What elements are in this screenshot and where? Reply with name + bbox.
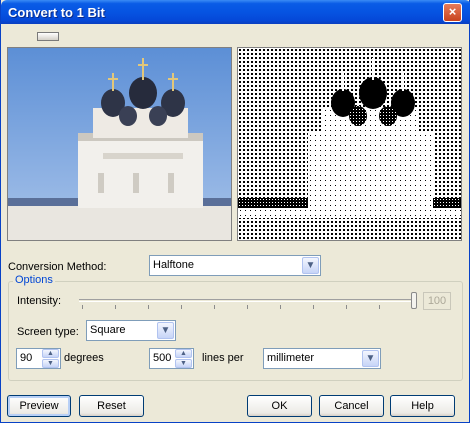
slider-tick: [280, 305, 281, 309]
screen-type-label: Screen type:: [17, 326, 79, 338]
chevron-down-icon[interactable]: ▼: [157, 322, 174, 339]
close-icon: ×: [448, 4, 457, 19]
halftone-preview: [237, 47, 462, 241]
conversion-method-value: Halftone: [153, 259, 194, 271]
intensity-slider-thumb[interactable]: [411, 292, 417, 309]
convert-dialog: Convert to 1 Bit × Conversion Method: Ha…: [0, 0, 470, 423]
unit-select[interactable]: millimeter ▼: [263, 348, 381, 369]
slider-tick: [214, 305, 215, 309]
angle-unit-label: degrees: [64, 352, 104, 364]
close-button[interactable]: ×: [443, 3, 462, 22]
intensity-label: Intensity:: [17, 295, 62, 307]
title-bar[interactable]: Convert to 1 Bit ×: [1, 0, 470, 24]
preview-toggle-button[interactable]: [37, 32, 59, 41]
slider-tick: [148, 305, 149, 309]
conversion-method-label: Conversion Method:: [8, 261, 107, 273]
angle-value: 90: [20, 352, 33, 364]
ok-button[interactable]: OK: [247, 395, 312, 417]
church-photo: [8, 48, 231, 240]
slider-tick: [313, 305, 314, 309]
frequency-value: 500: [153, 352, 172, 364]
options-group-title: Options: [13, 274, 55, 286]
slider-tick: [115, 305, 116, 309]
conversion-method-select[interactable]: Halftone ▼: [149, 255, 321, 276]
help-button[interactable]: Help: [390, 395, 455, 417]
slider-tick: [82, 305, 83, 309]
halftone-image: [238, 48, 461, 240]
preview-button[interactable]: Preview: [7, 395, 71, 417]
slider-tick: [247, 305, 248, 309]
angle-stepper[interactable]: 90 ▲ ▼: [16, 348, 61, 369]
spin-up-icon[interactable]: ▲: [42, 349, 59, 358]
intensity-value: 100: [423, 292, 451, 310]
original-preview: [7, 47, 232, 241]
slider-tick: [379, 305, 380, 309]
cancel-button[interactable]: Cancel: [319, 395, 384, 417]
spin-up-icon[interactable]: ▲: [175, 349, 192, 358]
slider-tick: [181, 305, 182, 309]
chevron-down-icon[interactable]: ▼: [302, 257, 319, 274]
unit-value: millimeter: [267, 352, 315, 364]
chevron-down-icon[interactable]: ▼: [362, 350, 379, 367]
reset-button[interactable]: Reset: [79, 395, 144, 417]
slider-tick: [346, 305, 347, 309]
window-title: Convert to 1 Bit: [8, 5, 105, 20]
intensity-slider-track[interactable]: [79, 299, 416, 302]
frequency-unit-label: lines per: [202, 352, 244, 364]
screen-type-select[interactable]: Square ▼: [86, 320, 176, 341]
spin-down-icon[interactable]: ▼: [175, 359, 192, 368]
spin-down-icon[interactable]: ▼: [42, 359, 59, 368]
screen-type-value: Square: [90, 324, 126, 336]
frequency-stepper[interactable]: 500 ▲ ▼: [149, 348, 194, 369]
